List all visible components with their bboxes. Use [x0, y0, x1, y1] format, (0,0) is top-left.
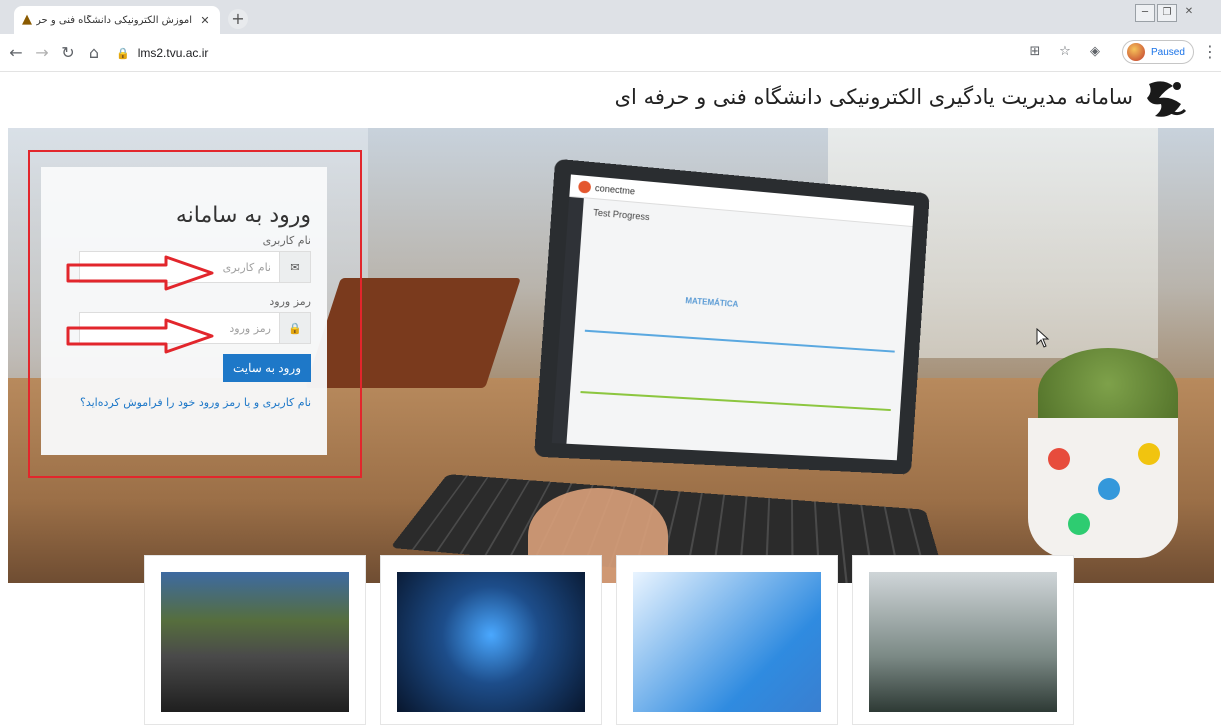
site-header: سامانه مدیریت یادگیری الکترونیکی دانشگاه… [0, 72, 1221, 128]
browser-toolbar: ← → ↻ ⌂ 🔒 lms2.tvu.ac.ir ⊞ ☆ ◈ Paused ⋮ [0, 34, 1221, 72]
back-icon[interactable]: ← [6, 43, 26, 63]
mobile-app-image [869, 572, 1057, 712]
mouse-cursor-icon [1036, 328, 1050, 348]
new-tab-button[interactable]: + [228, 9, 248, 29]
feature-card-mobile-app[interactable] [852, 555, 1074, 725]
site-favicon-icon: ▲ [22, 12, 32, 27]
bookmark-star-icon[interactable]: ☆ [1056, 44, 1074, 59]
url-text: lms2.tvu.ac.ir [137, 46, 209, 60]
avatar [1127, 43, 1145, 61]
tab-title: آموزش الکترونیکی دانشگاه فنی و حرفه ای [36, 14, 192, 26]
browser-tab-strip: ▲ آموزش الکترونیکی دانشگاه فنی و حرفه ای… [0, 0, 1221, 34]
pot-dot [1098, 478, 1120, 500]
extension-icon[interactable]: ◈ [1086, 44, 1104, 59]
pot-dot [1138, 443, 1160, 465]
profile-button[interactable]: Paused [1122, 40, 1194, 64]
browser-menu-icon[interactable]: ⋮ [1202, 42, 1218, 61]
annotation-arrow-icon [66, 318, 214, 354]
laptop-sidebar [551, 196, 584, 444]
tab-close-icon[interactable]: ✕ [198, 14, 212, 27]
digital-learning-image [397, 572, 585, 712]
feature-card-digital-learning[interactable] [380, 555, 602, 725]
address-bar[interactable]: 🔒 lms2.tvu.ac.ir [110, 39, 1010, 67]
pot-dot [1048, 448, 1070, 470]
translate-icon[interactable]: ⊞ [1026, 44, 1044, 59]
hero-plant-pot [1028, 418, 1178, 558]
forward-icon[interactable]: → [32, 43, 52, 63]
laptop-divider-green [580, 391, 891, 412]
feature-card-classroom[interactable] [144, 555, 366, 725]
classroom-image [161, 572, 349, 712]
laptop-heading: Test Progress [592, 207, 650, 223]
laptop-brand: conectme [594, 182, 636, 197]
video-lessons-image [633, 572, 821, 712]
page-title: سامانه مدیریت یادگیری الکترونیکی دانشگاه… [614, 85, 1133, 109]
feature-cards [0, 555, 1221, 725]
close-window-icon[interactable]: ✕ [1179, 4, 1199, 22]
laptop-divider-blue [584, 329, 895, 353]
home-icon[interactable]: ⌂ [84, 43, 104, 63]
minimize-icon[interactable]: ─ [1135, 4, 1155, 22]
laptop-logo-icon [578, 179, 592, 194]
feature-card-video-lessons[interactable] [616, 555, 838, 725]
window-controls: ─ ❐ ✕ [1135, 4, 1199, 22]
hero-laptop-screen: conectme Test Progress MATEMÁTICA [533, 158, 930, 475]
annotation-box [28, 150, 362, 478]
restore-icon[interactable]: ❐ [1157, 4, 1177, 22]
browser-tab[interactable]: ▲ آموزش الکترونیکی دانشگاه فنی و حرفه ای… [14, 6, 220, 34]
profile-status: Paused [1151, 46, 1185, 58]
laptop-subheading: MATEMÁTICA [685, 296, 739, 309]
university-logo-icon[interactable] [1141, 76, 1191, 126]
pot-dot [1068, 513, 1090, 535]
annotation-arrow-icon [66, 255, 214, 291]
secure-lock-icon[interactable]: 🔒 [116, 47, 130, 60]
reload-icon[interactable]: ↻ [58, 43, 78, 63]
